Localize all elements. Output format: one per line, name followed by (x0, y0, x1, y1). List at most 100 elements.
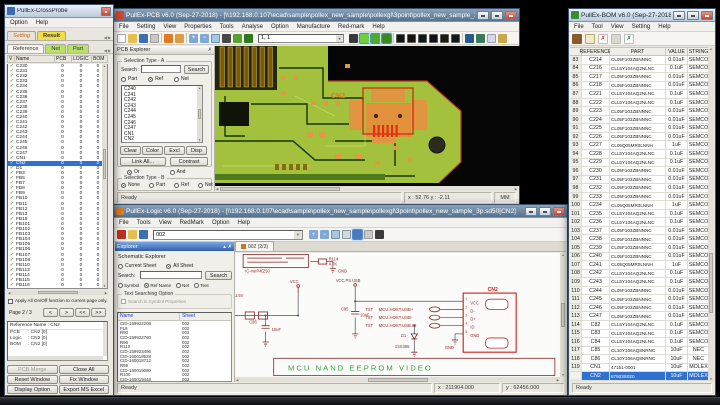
bom-row[interactable]: 85 C217 CL05F103ZBNNNC 0.01uF SEMCO (570, 73, 710, 82)
tab[interactable]: Setting (7, 31, 37, 40)
menu-item[interactable]: View (155, 220, 176, 226)
excel-icon[interactable]: ✗ (624, 33, 634, 44)
zoom-out-icon[interactable]: − (200, 33, 209, 43)
tab-nav-right-icon[interactable]: ▶ (108, 35, 111, 40)
print-icon[interactable] (364, 230, 373, 239)
bom-row[interactable]: 104 C238 CL05F103ZBNNNC 0.01uF SEMCO (570, 235, 710, 245)
radio-option[interactable]: And (169, 169, 185, 175)
disp-button[interactable]: Disp (186, 146, 207, 155)
bom-row[interactable]: 107 C241 CL05Q05MR0LNNH 1uF SEMCO (570, 261, 710, 270)
layer-2-icon[interactable] (407, 33, 416, 43)
symbol-properties-checkbox[interactable]: Search in Symbol Properties (121, 299, 186, 304)
pcb-titlebar[interactable]: PullEx-PCB v6.0 (Sep-27-2018) - [\\192.1… (114, 9, 519, 22)
bom-row[interactable]: 91 C225 CL05F103ZBNNNC 0.01uF SEMCO (570, 124, 710, 133)
tab-nav-left-icon[interactable]: ◀ (104, 48, 107, 53)
radio-option[interactable]: Symbol (118, 283, 139, 288)
radio-option[interactable]: Net (197, 182, 213, 188)
scroll-down-icon[interactable]: ▼ (562, 373, 565, 377)
save-icon[interactable] (139, 230, 148, 239)
bom-row[interactable]: 108 C242 CLL5Y104AQ2NLNC 0.1uF SEMCO (570, 269, 710, 279)
bom-row[interactable]: 93 C227 CL05Q05MR0LNNH 1uF SEMCO (570, 141, 710, 151)
redmark-brush-icon[interactable] (175, 33, 184, 43)
clear-button[interactable]: Clear (120, 146, 141, 155)
board-photo-view-icon[interactable] (244, 33, 253, 43)
menu-item[interactable]: File (115, 24, 133, 30)
disabled-icon[interactable] (611, 33, 621, 44)
monitor-icon[interactable] (349, 33, 358, 43)
tab-nav-left-icon[interactable]: ◀ (104, 35, 107, 40)
open-icon[interactable] (128, 33, 137, 43)
capture-icon[interactable] (498, 33, 507, 43)
list-scrollbar[interactable]: ▲ ▼ (197, 86, 202, 142)
layer-bottom-icon[interactable] (381, 32, 392, 44)
combo-dropdown-icon[interactable]: ▼ (336, 34, 343, 42)
column-value[interactable]: VALUE (666, 47, 688, 56)
menu-item[interactable]: RedMark (176, 220, 208, 226)
column-bom[interactable]: BOM (92, 55, 108, 63)
crossprobe-titlebar[interactable]: PullEx-CrossProbe (5, 5, 113, 18)
bom-row[interactable]: 101 C235 CLL5Y104AQ2NLNC 0.1uF SEMCO (570, 209, 710, 219)
radio-option[interactable]: Text (194, 283, 209, 288)
info-hscrollbar[interactable] (8, 356, 103, 360)
sep1[interactable] (161, 33, 162, 43)
page-next-button[interactable]: > (59, 308, 74, 317)
exit-icon[interactable] (572, 33, 582, 44)
bom-row[interactable]: 120 CN2 67503S020 10uF MOLEX (570, 372, 710, 381)
excl-button[interactable]: Excl (164, 146, 185, 155)
export-excel-button[interactable]: Export MS Excel (58, 385, 109, 394)
bom-row[interactable]: 96 C230 CL05F103ZBNNNC 0.01uF SEMCO (570, 167, 710, 176)
bom-row[interactable]: 90 C224 CL05F103ZBNNNC 0.01uF SEMCO (570, 115, 710, 125)
reference-row[interactable]: FB116 0 0 0 (8, 283, 107, 288)
sheet-tab[interactable]: 002 (2/3) (235, 241, 275, 251)
grid-icon[interactable] (342, 230, 351, 239)
bom-row[interactable]: 87 C221 CLL5Y104AQ2NLNC 0.1uF SEMCO (570, 90, 710, 99)
menu-item[interactable]: File (115, 220, 133, 226)
close-button[interactable] (505, 10, 517, 20)
radio-option[interactable]: Ref Name (144, 283, 171, 288)
menu-item[interactable]: Red-mark (334, 24, 368, 30)
menu-item[interactable]: View (607, 24, 628, 30)
schematic-canvas[interactable]: IC-norP4(Z50 R114 4.7K GND VCC VCC.PS.US… (235, 253, 560, 377)
ratsnest-icon[interactable] (476, 33, 485, 43)
bom-row[interactable]: 86 C218 CL05F103ZBNNNC 0.01uF SEMCO (570, 81, 710, 91)
column-logic[interactable]: LOGIC (72, 55, 92, 63)
menu-item[interactable]: Tools (216, 24, 238, 30)
column-name[interactable]: Name (15, 55, 55, 63)
monitor-icon[interactable] (375, 230, 384, 239)
maximize-button[interactable] (491, 10, 503, 20)
combo-dropdown-icon[interactable]: ▼ (294, 230, 302, 239)
radio-option[interactable]: Ref (174, 182, 189, 188)
search-button[interactable]: Search (184, 65, 209, 74)
menu-item[interactable]: Help (368, 24, 388, 30)
sep3[interactable] (393, 33, 394, 43)
minimize-button[interactable] (673, 10, 685, 20)
menu-item[interactable]: Tool (588, 24, 607, 30)
bom-row[interactable]: 117 C85 CL10Y106AQ8NRNC 10uF NEC (570, 346, 710, 356)
reset-window-button[interactable]: Reset Window (7, 375, 58, 384)
via-view-icon[interactable] (465, 33, 474, 43)
bom-row[interactable]: 89 C223 CL05F103ZBNNNC 0.01uF SEMCO (570, 107, 710, 116)
bom-row[interactable]: 98 C232 CL05F103ZBNNNC 0.01uF SEMCO (570, 184, 710, 193)
menu-item[interactable]: Option (208, 220, 234, 226)
menu-item[interactable]: File (570, 24, 588, 30)
menu-item[interactable]: Help (654, 24, 674, 30)
bom-row[interactable]: 111 C245 CL05F103ZBNNNC 0.01uF SEMCO (570, 295, 710, 304)
open-icon[interactable] (128, 230, 137, 239)
board-color-view-icon[interactable] (233, 33, 242, 43)
column-pcb[interactable]: PCB (55, 55, 72, 63)
bom-row[interactable]: 115 C83 CLL5Y104AQ2NLNC 0.1uF SEMCO (570, 329, 710, 339)
bom-row[interactable]: 109 C243 CLL5Y104AQ2NLNC 0.1uF SEMCO (570, 278, 710, 287)
bom-row[interactable]: 84 C216 CLL5Y104AQ2NLNC 0.1uF SEMCO (570, 64, 710, 74)
column-string[interactable]: STRING (688, 47, 710, 56)
bom-titlebar[interactable]: PullEx-BOM v6.0 (Sep-27-2018) (569, 9, 715, 22)
bom-row[interactable]: 102 C236 CLL5Y104AQ2NLNC 0.1uF SEMCO (570, 218, 710, 227)
close-button[interactable] (701, 10, 713, 20)
panel-pin-icon[interactable]: ▴ (223, 244, 226, 250)
bom-row[interactable]: 110 C244 CL05F103ZBNNNC 0.01uF SEMCO (570, 286, 710, 296)
bom-row[interactable]: 119 CN1 47151-0001 10uF MOLEX (570, 363, 710, 373)
bom-row[interactable]: 92 C226 CL05F103ZBNNNC 0.01uF SEMCO (570, 132, 710, 142)
sheet-combo[interactable]: 002 ▼ (153, 229, 303, 240)
radio-option[interactable]: Net (173, 76, 189, 82)
zoom-in-icon[interactable]: + (309, 230, 318, 239)
tab[interactable]: Reference (7, 44, 45, 53)
